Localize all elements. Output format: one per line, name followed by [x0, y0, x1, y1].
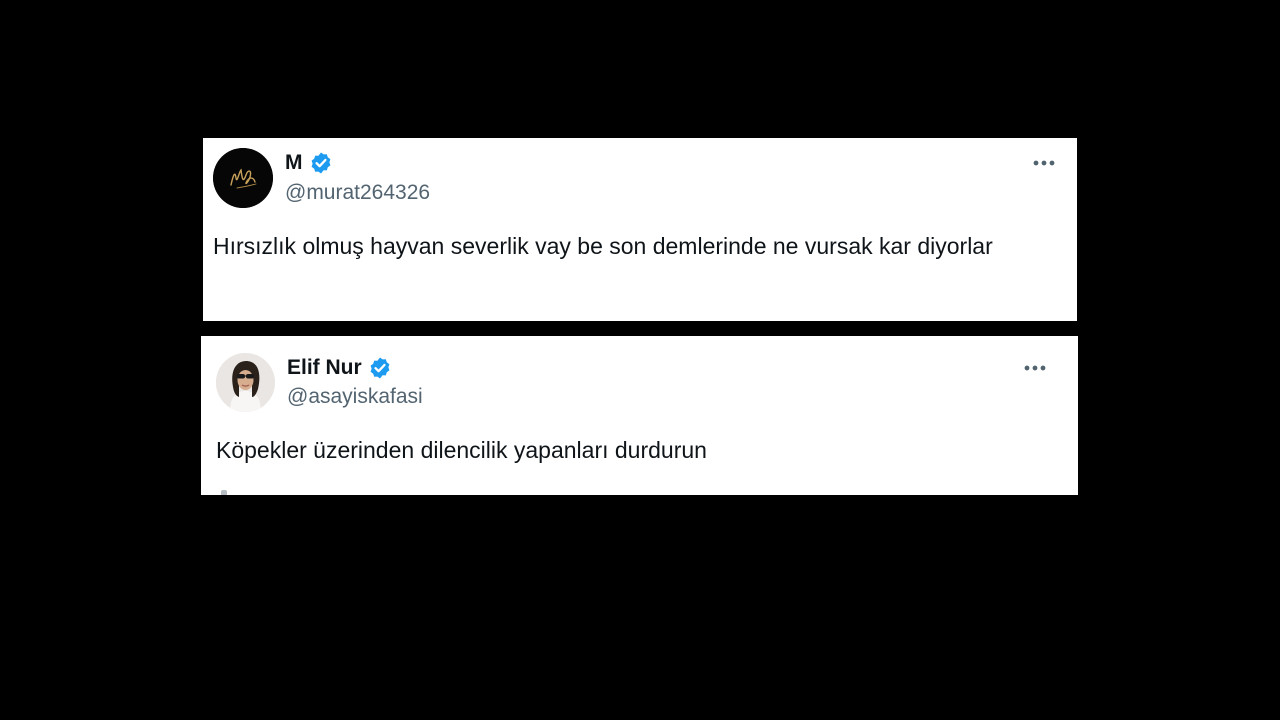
screenshot-canvas: M @murat264326 Hırsızlık olmuş hayvan se… — [0, 0, 1280, 720]
more-options-button[interactable] — [1022, 361, 1048, 375]
user-handle[interactable]: @asayiskafasi — [287, 384, 423, 410]
more-horizontal-icon — [1024, 365, 1046, 371]
tweet-card[interactable]: M @murat264326 Hırsızlık olmuş hayvan se… — [203, 138, 1077, 321]
author-row: Elif Nur — [287, 355, 392, 381]
tweet-text: Köpekler üzerinden dilencilik yapanları … — [216, 437, 707, 463]
author-row: M — [285, 150, 333, 176]
more-options-button[interactable] — [1031, 156, 1057, 170]
display-name[interactable]: M — [285, 150, 303, 176]
display-name[interactable]: Elif Nur — [287, 355, 362, 381]
tweet-text: Hırsızlık olmuş hayvan severlik vay be s… — [213, 233, 993, 259]
verified-badge-icon — [311, 152, 330, 174]
more-horizontal-icon — [1033, 160, 1055, 166]
profile-photo-icon — [216, 353, 275, 412]
user-handle[interactable]: @murat264326 — [285, 180, 430, 206]
signature-logo-icon — [213, 148, 273, 208]
avatar[interactable] — [216, 353, 275, 412]
avatar[interactable] — [213, 148, 273, 208]
verified-badge-icon — [370, 357, 390, 379]
tweet-card[interactable]: Elif Nur @asayiskafasi Köpekler üzerinde… — [201, 336, 1078, 495]
cropped-content-fragment — [221, 490, 227, 495]
